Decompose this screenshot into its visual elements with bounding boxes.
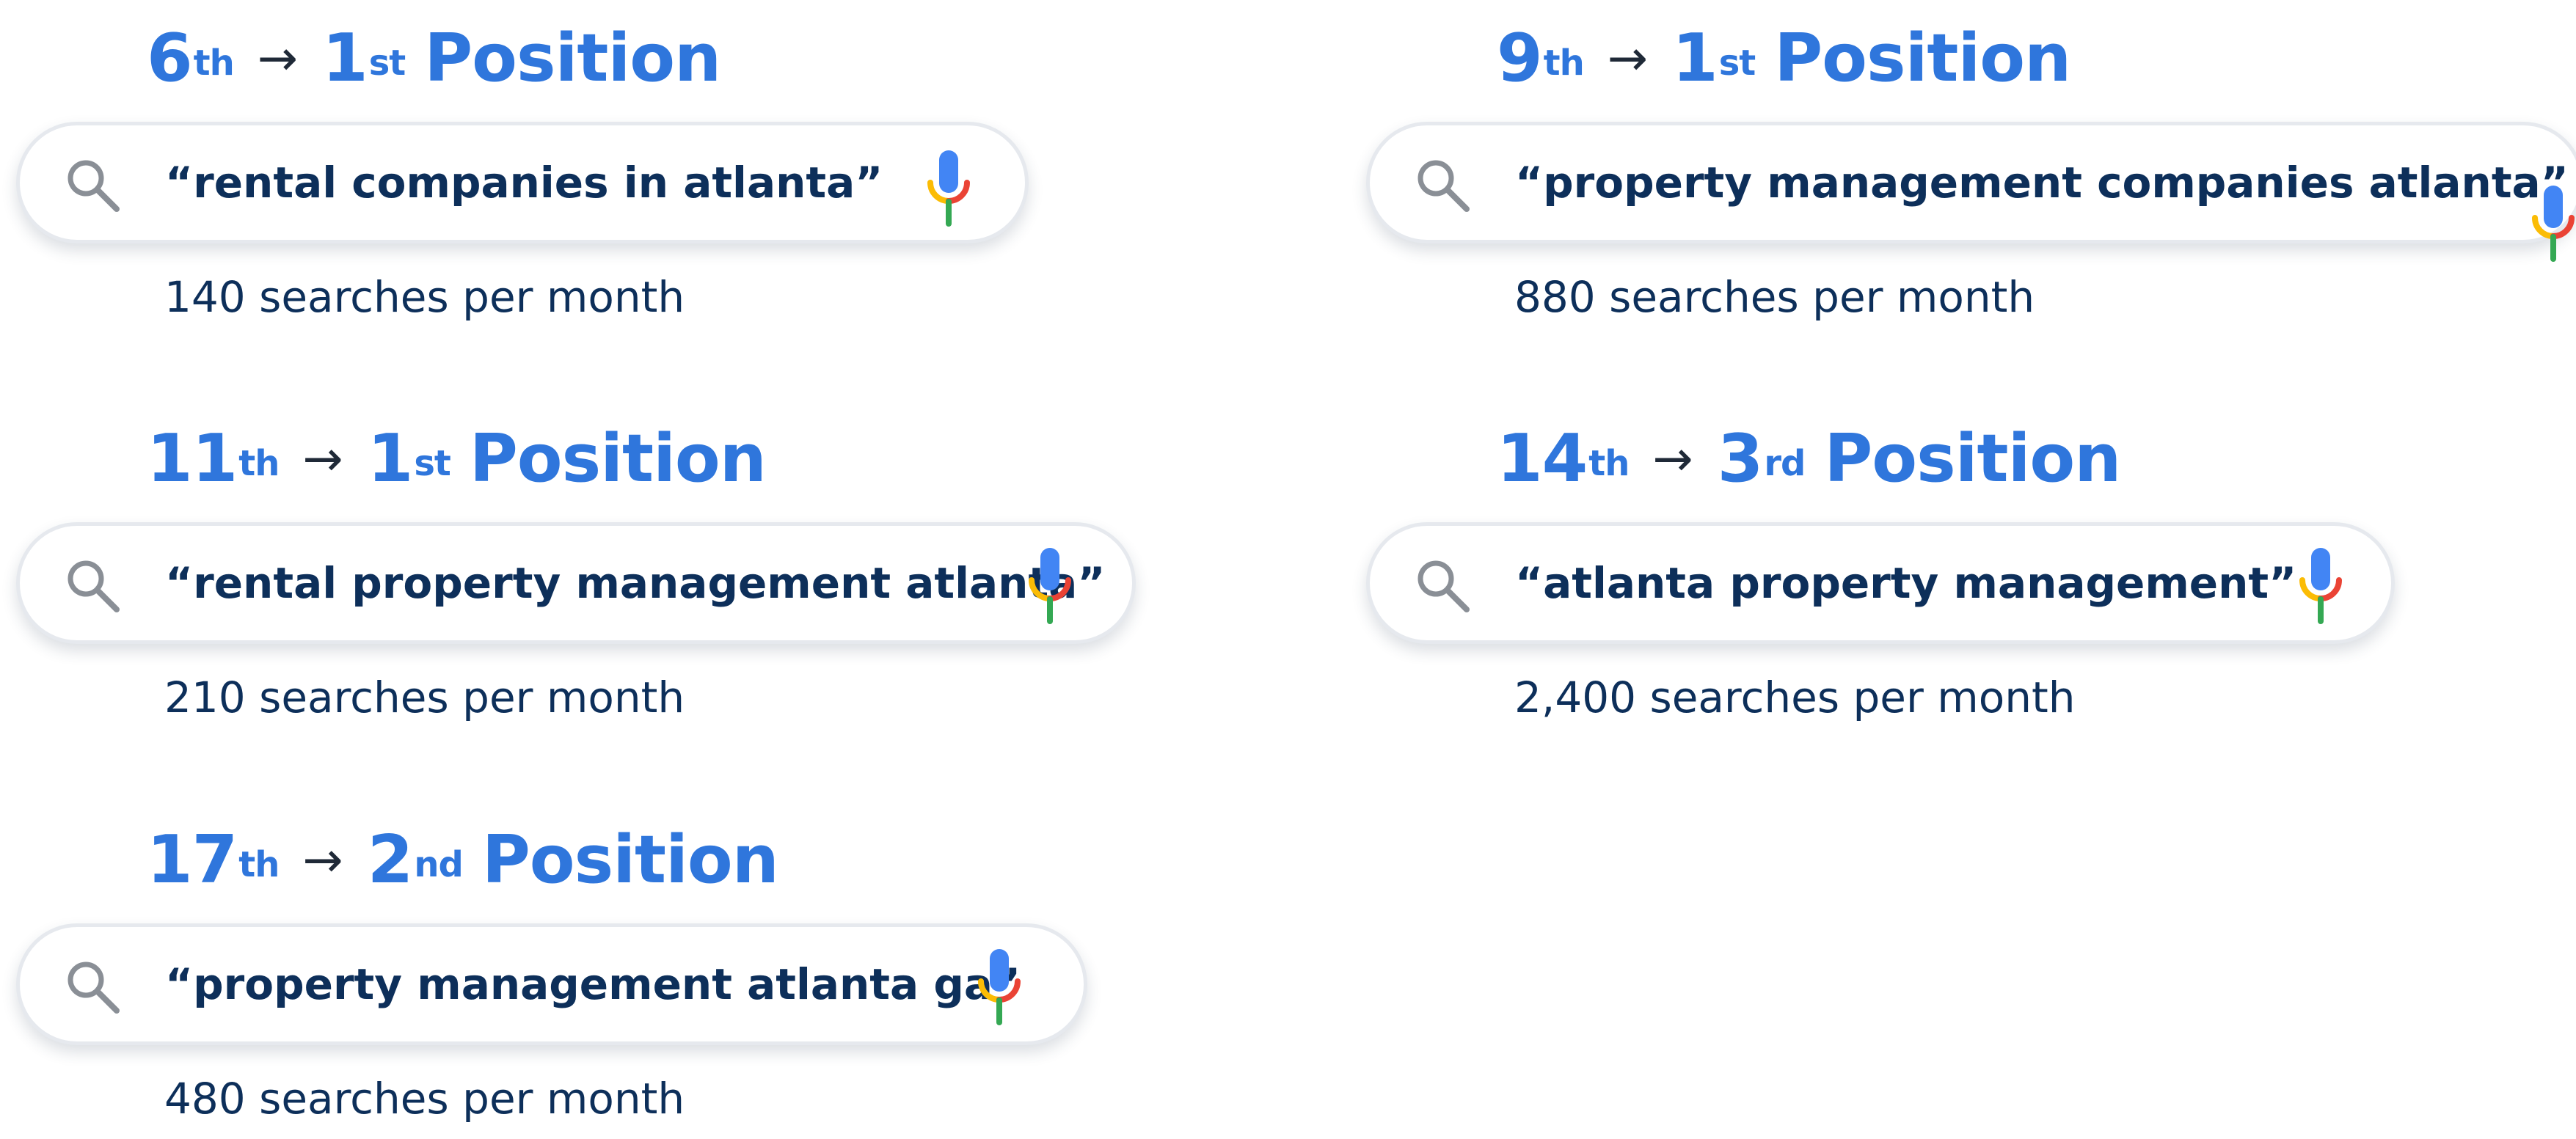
arrow-right-icon: →	[1607, 30, 1648, 87]
from-rank-suffix: th	[193, 43, 235, 84]
search-icon	[1417, 560, 1470, 612]
search-bar[interactable]: “property management atlanta ga”	[16, 923, 1087, 1045]
to-rank: 3	[1717, 420, 1764, 497]
search-icon	[1417, 160, 1470, 212]
arrow-right-icon: →	[257, 30, 298, 87]
to-rank-suffix: st	[414, 443, 451, 484]
from-rank: 6	[147, 20, 193, 97]
search-query[interactable]: “rental companies in atlanta”	[165, 125, 883, 240]
search-query[interactable]: “rental property management atlanta”	[165, 526, 1105, 640]
from-rank: 11	[147, 420, 238, 497]
ranking-card: 6th → 1st Position “rental companies in …	[0, 0, 1247, 337]
search-bar[interactable]: “rental property management atlanta”	[16, 522, 1136, 644]
microphone-icon[interactable]	[2296, 548, 2345, 624]
ranking-card: 9th → 1st Position “property management …	[1350, 0, 2576, 337]
ranking-heading: 14th → 3rd Position	[1497, 415, 2121, 503]
position-label: Position	[1824, 420, 2121, 497]
microphone-icon[interactable]	[975, 949, 1024, 1025]
ranking-card: 14th → 3rd Position “atlanta property ma…	[1350, 400, 2576, 738]
to-rank: 1	[1672, 20, 1718, 97]
ranking-heading: 6th → 1st Position	[147, 15, 721, 103]
search-volume: 2,400 searches per month	[1514, 673, 2076, 722]
search-volume: 210 searches per month	[164, 673, 685, 722]
to-rank-suffix: rd	[1764, 443, 1806, 484]
position-label: Position	[481, 821, 779, 898]
search-query[interactable]: “atlanta property management”	[1515, 526, 2296, 640]
search-bar[interactable]: “atlanta property management”	[1366, 522, 2395, 644]
to-rank-suffix: st	[368, 43, 406, 84]
ranking-heading: 9th → 1st Position	[1497, 15, 2071, 103]
from-rank: 14	[1497, 420, 1588, 497]
from-rank-suffix: th	[1588, 443, 1630, 484]
to-rank: 1	[367, 420, 414, 497]
arrow-right-icon: →	[1652, 431, 1693, 487]
ranking-card: 17th → 2nd Position “property management…	[0, 802, 1247, 1139]
search-volume: 480 searches per month	[164, 1074, 685, 1124]
ranking-heading: 11th → 1st Position	[147, 415, 767, 503]
to-rank: 1	[322, 20, 368, 97]
search-icon	[67, 560, 120, 612]
search-bar[interactable]: “property management companies atlanta”	[1366, 122, 2576, 262]
arrow-right-icon: →	[302, 832, 343, 888]
search-bar[interactable]: “rental companies in atlanta”	[16, 122, 1029, 243]
search-icon	[67, 962, 120, 1014]
position-label: Position	[424, 20, 721, 97]
to-rank: 2	[367, 821, 414, 898]
to-rank-suffix: nd	[414, 844, 464, 885]
search-volume: 140 searches per month	[164, 272, 685, 322]
from-rank-suffix: th	[238, 443, 280, 484]
from-rank: 9	[1497, 20, 1543, 97]
ranking-card: 11th → 1st Position “rental property man…	[0, 400, 1247, 738]
search-query[interactable]: “property management atlanta ga”	[165, 927, 1021, 1041]
position-label: Position	[469, 420, 767, 497]
microphone-icon[interactable]	[1026, 548, 1074, 624]
arrow-right-icon: →	[302, 431, 343, 487]
microphone-icon[interactable]	[924, 150, 973, 227]
from-rank-suffix: th	[238, 844, 280, 885]
search-icon	[67, 160, 120, 212]
from-rank: 17	[147, 821, 238, 898]
microphone-icon[interactable]	[2529, 186, 2576, 262]
search-query[interactable]: “property management companies atlanta”	[1515, 125, 2569, 240]
position-label: Position	[1774, 20, 2071, 97]
ranking-heading: 17th → 2nd Position	[147, 816, 779, 904]
from-rank-suffix: th	[1543, 43, 1585, 84]
search-volume: 880 searches per month	[1514, 272, 2035, 322]
to-rank-suffix: st	[1718, 43, 1756, 84]
